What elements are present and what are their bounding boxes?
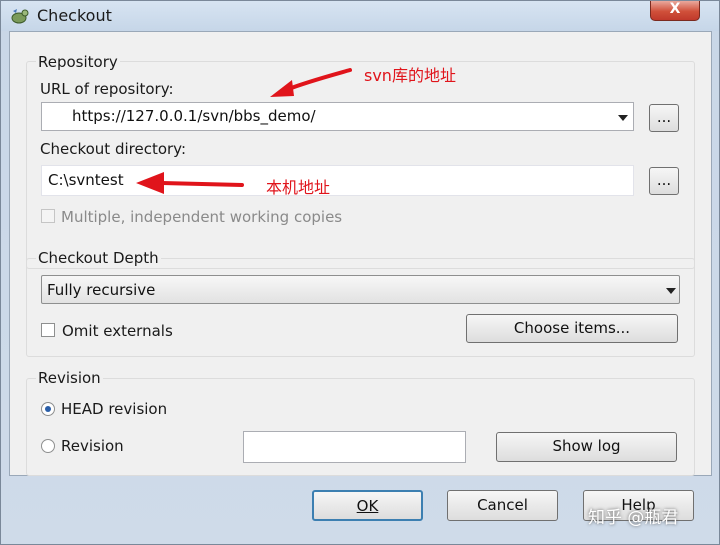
title-bar: Checkout X <box>1 1 720 31</box>
revision-input[interactable] <box>243 431 466 463</box>
url-browse-button[interactable]: ... <box>649 104 679 132</box>
repository-group-label: Repository <box>36 53 120 71</box>
url-label: URL of repository: <box>40 80 174 98</box>
omit-externals-checkbox[interactable] <box>41 323 55 337</box>
close-icon: X <box>669 1 681 17</box>
svn-address-arrow <box>270 68 352 97</box>
ok-button[interactable]: OK <box>312 490 423 521</box>
directory-browse-button[interactable]: ... <box>649 167 679 195</box>
watermark-text: 知乎 @瓶君 <box>588 508 679 528</box>
revision-group-label: Revision <box>36 369 103 387</box>
show-log-button[interactable]: Show log <box>496 432 677 462</box>
local-address-arrow <box>136 172 244 194</box>
chevron-down-icon <box>666 288 676 294</box>
multiple-copies-label: Multiple, independent working copies <box>61 208 343 226</box>
omit-externals-label: Omit externals <box>62 322 173 340</box>
checkout-depth-label: Checkout Depth <box>36 249 161 267</box>
svn-address-annotation: svn库的地址 <box>364 66 456 85</box>
head-revision-radio[interactable] <box>41 402 55 416</box>
checkout-directory-label: Checkout directory: <box>40 140 187 158</box>
local-address-annotation: 本机地址 <box>266 178 331 197</box>
revision-label: Revision <box>61 437 124 455</box>
tortoisesvn-icon <box>11 9 29 24</box>
chevron-down-icon <box>618 115 628 121</box>
checkout-depth-select[interactable]: Fully recursive <box>41 275 680 304</box>
revision-radio[interactable] <box>41 439 55 453</box>
url-value: https://127.0.0.1/svn/bbs_demo/ <box>72 107 316 125</box>
multiple-copies-checkbox[interactable] <box>41 209 55 223</box>
checkout-directory-input[interactable]: C:\svntest <box>41 165 634 196</box>
choose-items-button[interactable]: Choose items... <box>466 314 678 343</box>
close-button[interactable]: X <box>650 1 700 21</box>
checkout-depth-value: Fully recursive <box>47 281 156 299</box>
window-title: Checkout <box>37 6 112 25</box>
cancel-button[interactable]: Cancel <box>447 490 558 521</box>
checkout-directory-value: C:\svntest <box>48 171 124 189</box>
head-revision-label: HEAD revision <box>61 400 168 418</box>
url-combobox[interactable]: https://127.0.0.1/svn/bbs_demo/ <box>41 102 634 131</box>
